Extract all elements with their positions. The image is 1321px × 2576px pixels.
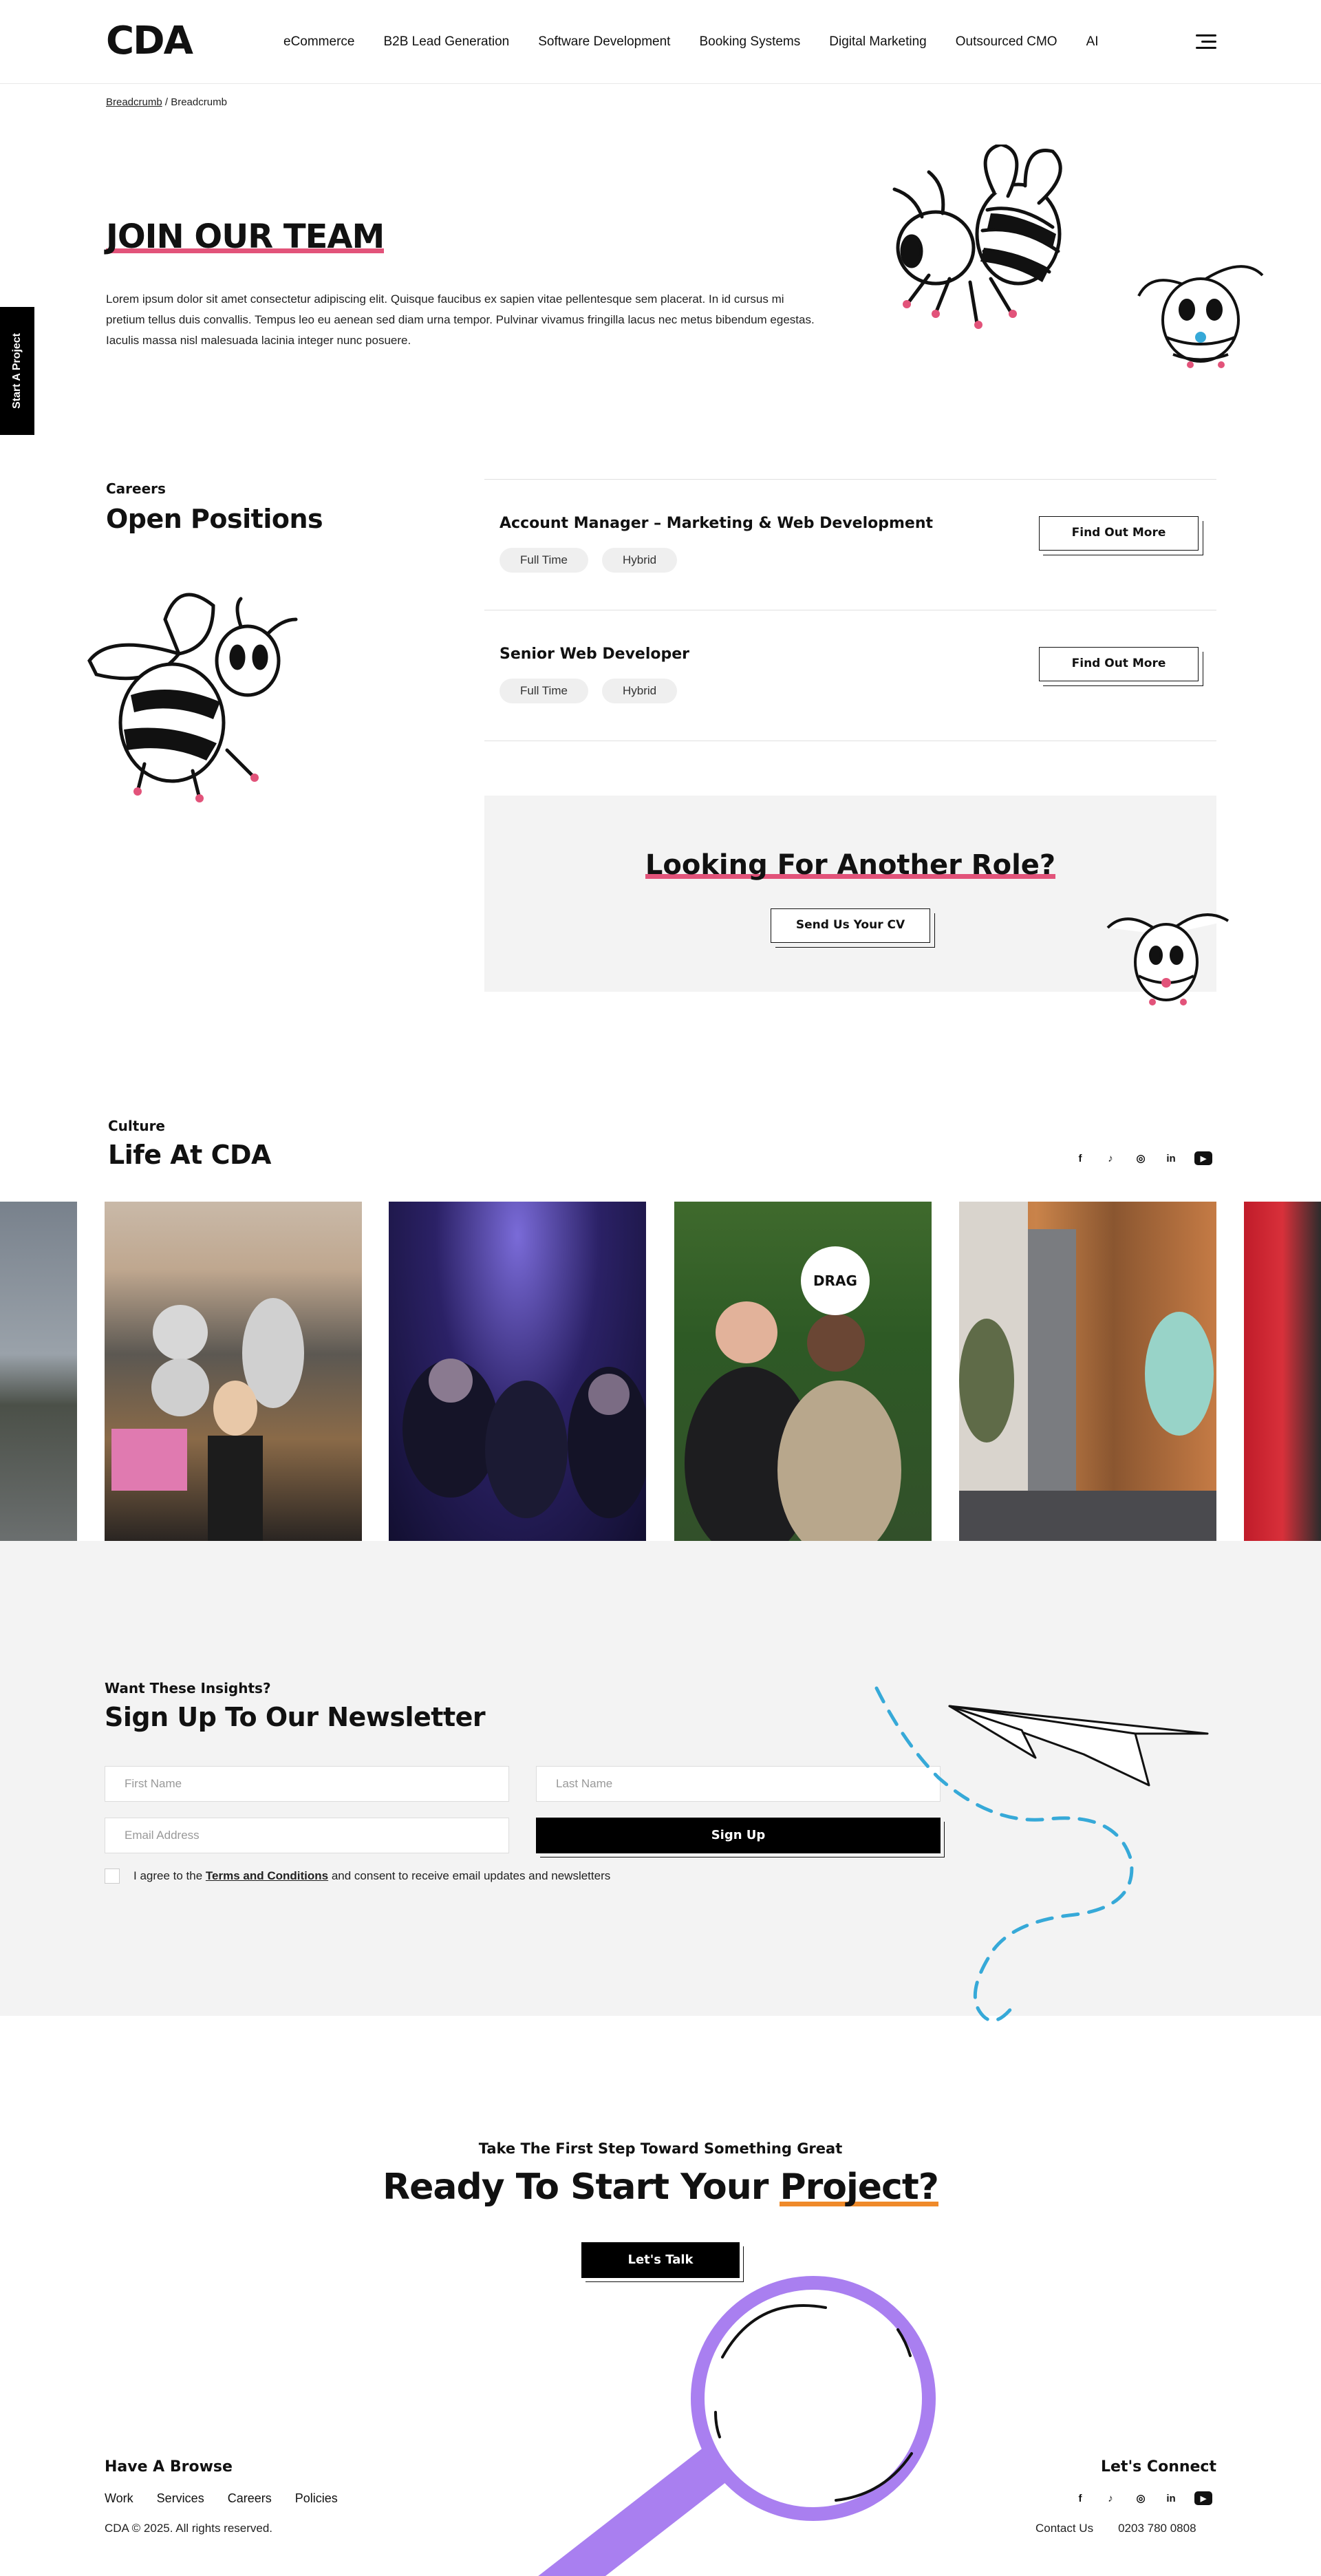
tiktok-icon[interactable]: ♪ [1104, 2491, 1117, 2505]
bee-small-illustration [1137, 265, 1264, 368]
open-positions-title: Open Positions [106, 504, 323, 534]
footer-links: Work Services Careers Policies [105, 2491, 338, 2506]
magnifying-glass-illustration [538, 2276, 936, 2576]
tag-hybrid: Hybrid [601, 679, 678, 703]
breadcrumb-link[interactable]: Breadcrumb [106, 96, 162, 108]
find-out-more-button[interactable]: Find Out More [1039, 516, 1199, 551]
bee-illustration-careers [87, 593, 298, 802]
breadcrumb: Breadcrumb / Breadcrumb [106, 96, 227, 108]
job-tags: Full Time Hybrid [500, 679, 678, 703]
tiktok-icon[interactable]: ♪ [1104, 1151, 1117, 1165]
send-cv-button[interactable]: Send Us Your CV [771, 908, 930, 943]
gallery-photo-arcade[interactable] [1244, 1202, 1321, 1541]
consent-checkbox[interactable] [105, 1869, 120, 1884]
gallery-photo-event[interactable] [389, 1202, 646, 1541]
youtube-icon[interactable]: ▶ [1194, 2491, 1212, 2505]
social-links: f ♪ ◎ in ▶ [1073, 1151, 1212, 1165]
tag-hybrid: Hybrid [601, 548, 678, 573]
consent-text: I agree to the Terms and Conditions and … [133, 1869, 610, 1883]
footer-link-policies[interactable]: Policies [295, 2491, 338, 2506]
nav-item-software-development[interactable]: Software Development [538, 33, 670, 51]
contact-us-link[interactable]: Contact Us [1035, 2522, 1093, 2535]
newsletter-title: Sign Up To Our Newsletter [105, 1702, 486, 1732]
consent-row: I agree to the Terms and Conditions and … [105, 1869, 610, 1884]
gallery-photo-park[interactable] [0, 1202, 77, 1541]
tag-full-time: Full Time [500, 548, 588, 573]
drag-cursor-badge[interactable]: DRAG [801, 1246, 870, 1315]
breadcrumb-separator: / [162, 96, 171, 108]
page-title: JOIN OUR TEAM [106, 217, 385, 256]
tag-full-time: Full Time [500, 679, 588, 703]
copyright: CDA © 2025. All rights reserved. [105, 2522, 273, 2535]
another-role-title-text: Looking For Another Role? [645, 849, 1056, 881]
careers-eyebrow: Careers [106, 480, 166, 497]
footer-social-links: f ♪ ◎ in ▶ [1073, 2491, 1212, 2505]
phone-number[interactable]: 0203 780 0808 [1118, 2522, 1196, 2535]
hamburger-icon[interactable] [1196, 32, 1216, 52]
footer-link-services[interactable]: Services [157, 2491, 204, 2506]
job-tags: Full Time Hybrid [500, 548, 678, 573]
consent-prefix: I agree to the [133, 1869, 206, 1882]
page-title-text: JOIN OUR TEAM [106, 217, 385, 256]
facebook-icon[interactable]: f [1073, 2491, 1087, 2505]
nav-item-booking-systems[interactable]: Booking Systems [699, 33, 800, 51]
start-project-tab[interactable]: Start A Project [0, 307, 34, 435]
divider [484, 479, 1216, 480]
footer-connect-title: Let's Connect [1100, 2458, 1216, 2476]
culture-eyebrow: Culture [108, 1118, 165, 1134]
start-project-label: Start A Project [11, 333, 23, 409]
lets-talk-button[interactable]: Let's Talk [581, 2242, 740, 2278]
bee-small-illustration [1106, 913, 1229, 1005]
gallery-photo-award[interactable] [674, 1202, 932, 1541]
footer-link-careers[interactable]: Careers [228, 2491, 272, 2506]
gallery-photo-balloons[interactable] [105, 1202, 362, 1541]
consent-suffix: and consent to receive email updates and… [328, 1869, 611, 1882]
hero-text: Lorem ipsum dolor sit amet consectetur a… [106, 292, 815, 347]
job-title[interactable]: Senior Web Developer [500, 646, 689, 663]
find-out-more-button[interactable]: Find Out More [1039, 647, 1199, 681]
site-header: CDA eCommerce B2B Lead Generation Softwa… [0, 0, 1321, 84]
footer-link-work[interactable]: Work [105, 2491, 133, 2506]
cta-eyebrow: Take The First Step Toward Something Gre… [478, 2140, 843, 2157]
logo[interactable]: CDA [106, 19, 193, 63]
youtube-icon[interactable]: ▶ [1194, 1151, 1212, 1165]
main-nav: eCommerce B2B Lead Generation Software D… [283, 33, 1099, 51]
facebook-icon[interactable]: f [1073, 1151, 1087, 1165]
bee-illustration [892, 145, 1062, 329]
job-title[interactable]: Account Manager – Marketing & Web Develo… [500, 515, 933, 532]
nav-item-digital-marketing[interactable]: Digital Marketing [829, 33, 927, 51]
nav-item-outsourced-cmo[interactable]: Outsourced CMO [956, 33, 1057, 51]
breadcrumb-current: Breadcrumb [171, 96, 227, 108]
cta-title-highlight: Project? [780, 2167, 939, 2208]
email-field[interactable]: Email Address [105, 1818, 509, 1853]
instagram-icon[interactable]: ◎ [1134, 1151, 1148, 1165]
paper-plane-illustration [874, 1686, 1209, 2023]
cta-title-prefix: Ready To Start Your [383, 2167, 780, 2208]
nav-item-ecommerce[interactable]: eCommerce [283, 33, 354, 51]
another-role-title: Looking For Another Role? [484, 849, 1216, 881]
linkedin-icon[interactable]: in [1164, 1151, 1178, 1165]
terms-link[interactable]: Terms and Conditions [206, 1869, 328, 1882]
instagram-icon[interactable]: ◎ [1134, 2491, 1148, 2505]
footer-contact: Contact Us 0203 780 0808 [1035, 2522, 1196, 2535]
life-at-cda-title: Life At CDA [108, 1140, 271, 1170]
gallery-photo-office-gym[interactable] [959, 1202, 1216, 1541]
newsletter-eyebrow: Want These Insights? [105, 1680, 271, 1696]
nav-item-ai[interactable]: AI [1086, 33, 1099, 51]
footer-browse-title: Have A Browse [105, 2458, 233, 2476]
first-name-field[interactable]: First Name [105, 1766, 509, 1802]
nav-item-b2b-lead-generation[interactable]: B2B Lead Generation [383, 33, 509, 51]
linkedin-icon[interactable]: in [1164, 2491, 1178, 2505]
newsletter-section: Want These Insights? Sign Up To Our News… [0, 1541, 1321, 2023]
cta-title: Ready To Start Your Project? [0, 2167, 1321, 2208]
